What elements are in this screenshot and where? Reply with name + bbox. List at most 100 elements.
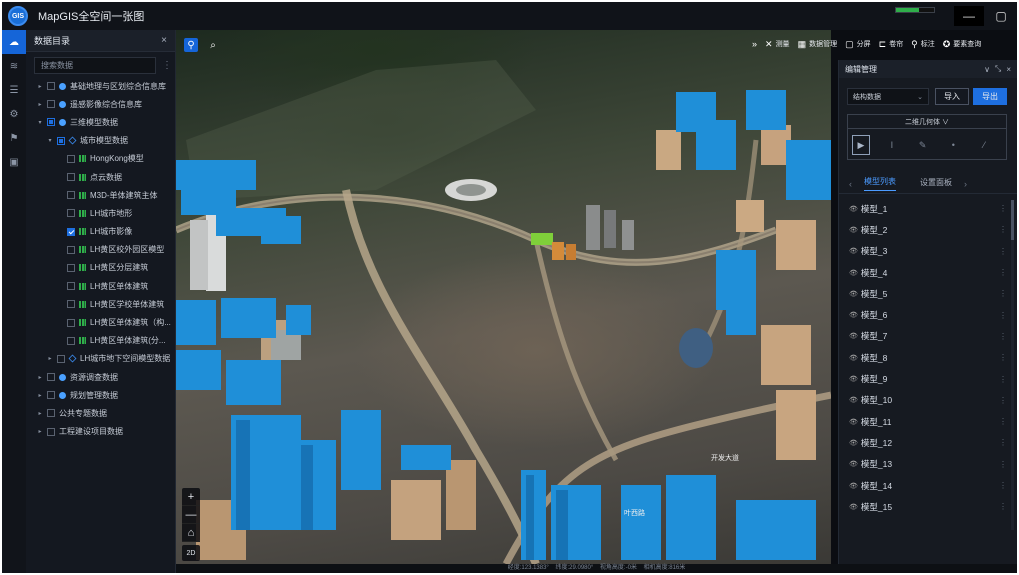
- model-list-item[interactable]: 👁 模型_7 ⋮: [839, 326, 1017, 347]
- tree-checkbox[interactable]: [67, 318, 75, 327]
- tree-checkbox[interactable]: [67, 263, 75, 272]
- model-list-item[interactable]: 👁 模型_1 ⋮: [839, 198, 1017, 219]
- visibility-icon[interactable]: 👁: [849, 503, 858, 511]
- tree-item[interactable]: ▸ 资源调查数据: [26, 368, 175, 386]
- chevron-left-icon[interactable]: ‹: [849, 179, 852, 189]
- tree-checkbox[interactable]: [67, 245, 75, 254]
- more-icon[interactable]: ⋮: [999, 460, 1007, 469]
- caret-right-icon[interactable]: ▸: [36, 83, 44, 90]
- locate-icon[interactable]: ⚲: [184, 38, 198, 52]
- tree-checkbox[interactable]: [67, 191, 75, 200]
- tree-checkbox[interactable]: [47, 409, 55, 418]
- tab-settings[interactable]: 设置面板: [920, 177, 952, 191]
- more-icon[interactable]: ⋮: [999, 417, 1007, 426]
- model-list-item[interactable]: 👁 模型_4 ⋮: [839, 262, 1017, 283]
- minimize-button[interactable]: —: [954, 6, 984, 26]
- visibility-icon[interactable]: 👁: [849, 332, 858, 340]
- tree-item[interactable]: LH黄区单体建筑（构...: [26, 313, 175, 331]
- caret-right-icon[interactable]: ▸: [36, 428, 44, 435]
- tree-checkbox[interactable]: [47, 373, 55, 382]
- export-button[interactable]: 导出: [973, 88, 1007, 105]
- text-cursor-icon[interactable]: I: [883, 135, 901, 155]
- close-icon[interactable]: ×: [1006, 65, 1011, 74]
- tree-item[interactable]: LH黄区分层建筑: [26, 259, 175, 277]
- scrollbar[interactable]: [1011, 200, 1014, 530]
- fullscreen-icon[interactable]: ⤡: [995, 64, 1001, 74]
- tool-split-screen[interactable]: ▢ 分屏: [845, 39, 871, 50]
- visibility-icon[interactable]: 👁: [849, 354, 858, 362]
- model-list-item[interactable]: 👁 模型_8 ⋮: [839, 347, 1017, 368]
- tree-item[interactable]: LH城市地形: [26, 204, 175, 222]
- caret-right-icon[interactable]: ▸: [36, 374, 44, 381]
- tools-icon[interactable]: ⚑: [2, 126, 26, 150]
- more-icon[interactable]: ⋮: [999, 289, 1007, 298]
- tree-item[interactable]: LH黄区学校单体建筑: [26, 295, 175, 313]
- select-pointer-icon[interactable]: ▶: [852, 135, 870, 155]
- tree-checkbox[interactable]: [67, 336, 75, 345]
- more-icon[interactable]: ⋮: [999, 247, 1007, 256]
- model-list-item[interactable]: 👁 模型_10 ⋮: [839, 390, 1017, 411]
- more-icon[interactable]: ⋮: [999, 396, 1007, 405]
- home-icon[interactable]: ⌂: [182, 524, 200, 542]
- map-viewport[interactable]: 开发大道 叶西路 ⚲ ⌕ + — ⌂ 2D: [176, 30, 831, 564]
- chevron-right-icon[interactable]: ›: [964, 179, 967, 189]
- tree-checkbox[interactable]: [47, 82, 55, 91]
- tree-item[interactable]: LH城市影像: [26, 223, 175, 241]
- tree-item[interactable]: ▸ 工程建设项目数据: [26, 423, 175, 441]
- visibility-icon[interactable]: 👁: [849, 311, 858, 319]
- data-catalog-icon[interactable]: ☁: [2, 30, 26, 54]
- line-icon[interactable]: ⁄: [975, 135, 993, 155]
- visibility-icon[interactable]: 👁: [849, 205, 858, 213]
- collapse-icon[interactable]: ∨: [984, 65, 990, 74]
- model-list-item[interactable]: 👁 模型_14 ⋮: [839, 475, 1017, 496]
- model-list-item[interactable]: 👁 模型_12 ⋮: [839, 432, 1017, 453]
- tree-checkbox[interactable]: [67, 154, 75, 163]
- caret-down-icon[interactable]: ▾: [36, 119, 44, 126]
- tree-item[interactable]: ▸ 基础地理与区划综合信息库: [26, 77, 175, 95]
- monitor-icon[interactable]: ▣: [2, 150, 26, 174]
- tool-measure[interactable]: ✕ 测量: [765, 39, 790, 50]
- visibility-icon[interactable]: 👁: [849, 269, 858, 277]
- tree-item[interactable]: ▾ 三维模型数据: [26, 113, 175, 131]
- import-button[interactable]: 导入: [935, 88, 969, 105]
- model-list-item[interactable]: 👁 模型_6 ⋮: [839, 304, 1017, 325]
- tree-item[interactable]: M3D-单体建筑主体: [26, 186, 175, 204]
- visibility-icon[interactable]: 👁: [849, 460, 858, 468]
- tree-checkbox[interactable]: [67, 227, 75, 236]
- geometry-type-select[interactable]: 二维几何体 ∨: [848, 115, 1006, 129]
- more-icon[interactable]: ⋮: [999, 268, 1007, 277]
- more-icon[interactable]: ⋮: [999, 438, 1007, 447]
- expand-toolbar-icon[interactable]: »: [752, 39, 757, 49]
- more-icon[interactable]: ⋮: [999, 502, 1007, 511]
- model-list-item[interactable]: 👁 模型_2 ⋮: [839, 219, 1017, 240]
- tree-item[interactable]: 点云数据: [26, 168, 175, 186]
- zoom-in-button[interactable]: +: [182, 488, 200, 506]
- more-icon[interactable]: ⋮: [999, 204, 1007, 213]
- caret-right-icon[interactable]: ▸: [36, 101, 44, 108]
- tool-swipe[interactable]: ⊏ 卷帘: [879, 39, 904, 50]
- more-icon[interactable]: ⋮: [999, 311, 1007, 320]
- more-icon[interactable]: ⋮: [999, 225, 1007, 234]
- visibility-icon[interactable]: 👁: [849, 247, 858, 255]
- data-select[interactable]: 结构数据 ⌄: [847, 88, 929, 105]
- tree-item[interactable]: LH黄区单体建筑(分...: [26, 332, 175, 350]
- tree-checkbox[interactable]: [47, 427, 55, 436]
- zoom-out-button[interactable]: —: [182, 506, 200, 524]
- visibility-icon[interactable]: 👁: [849, 396, 858, 404]
- visibility-icon[interactable]: 👁: [849, 482, 858, 490]
- model-list-item[interactable]: 👁 模型_3 ⋮: [839, 241, 1017, 262]
- tree-item[interactable]: LH黄区单体建筑: [26, 277, 175, 295]
- list-icon[interactable]: ☰: [2, 78, 26, 102]
- tool-feature-query[interactable]: ✪ 要素查询: [943, 39, 982, 50]
- more-icon[interactable]: ⋮: [999, 332, 1007, 341]
- search-icon[interactable]: ⌕: [206, 38, 220, 52]
- visibility-icon[interactable]: 👁: [849, 226, 858, 234]
- close-icon[interactable]: ×: [161, 35, 167, 46]
- tree-checkbox[interactable]: [57, 354, 65, 363]
- model-list-item[interactable]: 👁 模型_9 ⋮: [839, 368, 1017, 389]
- more-icon[interactable]: ⋮: [162, 60, 172, 71]
- toggle-2d-button[interactable]: 2D: [182, 545, 200, 561]
- tree-checkbox[interactable]: [47, 391, 55, 400]
- model-list-item[interactable]: 👁 模型_15 ⋮: [839, 496, 1017, 517]
- model-list-item[interactable]: 👁 模型_11 ⋮: [839, 411, 1017, 432]
